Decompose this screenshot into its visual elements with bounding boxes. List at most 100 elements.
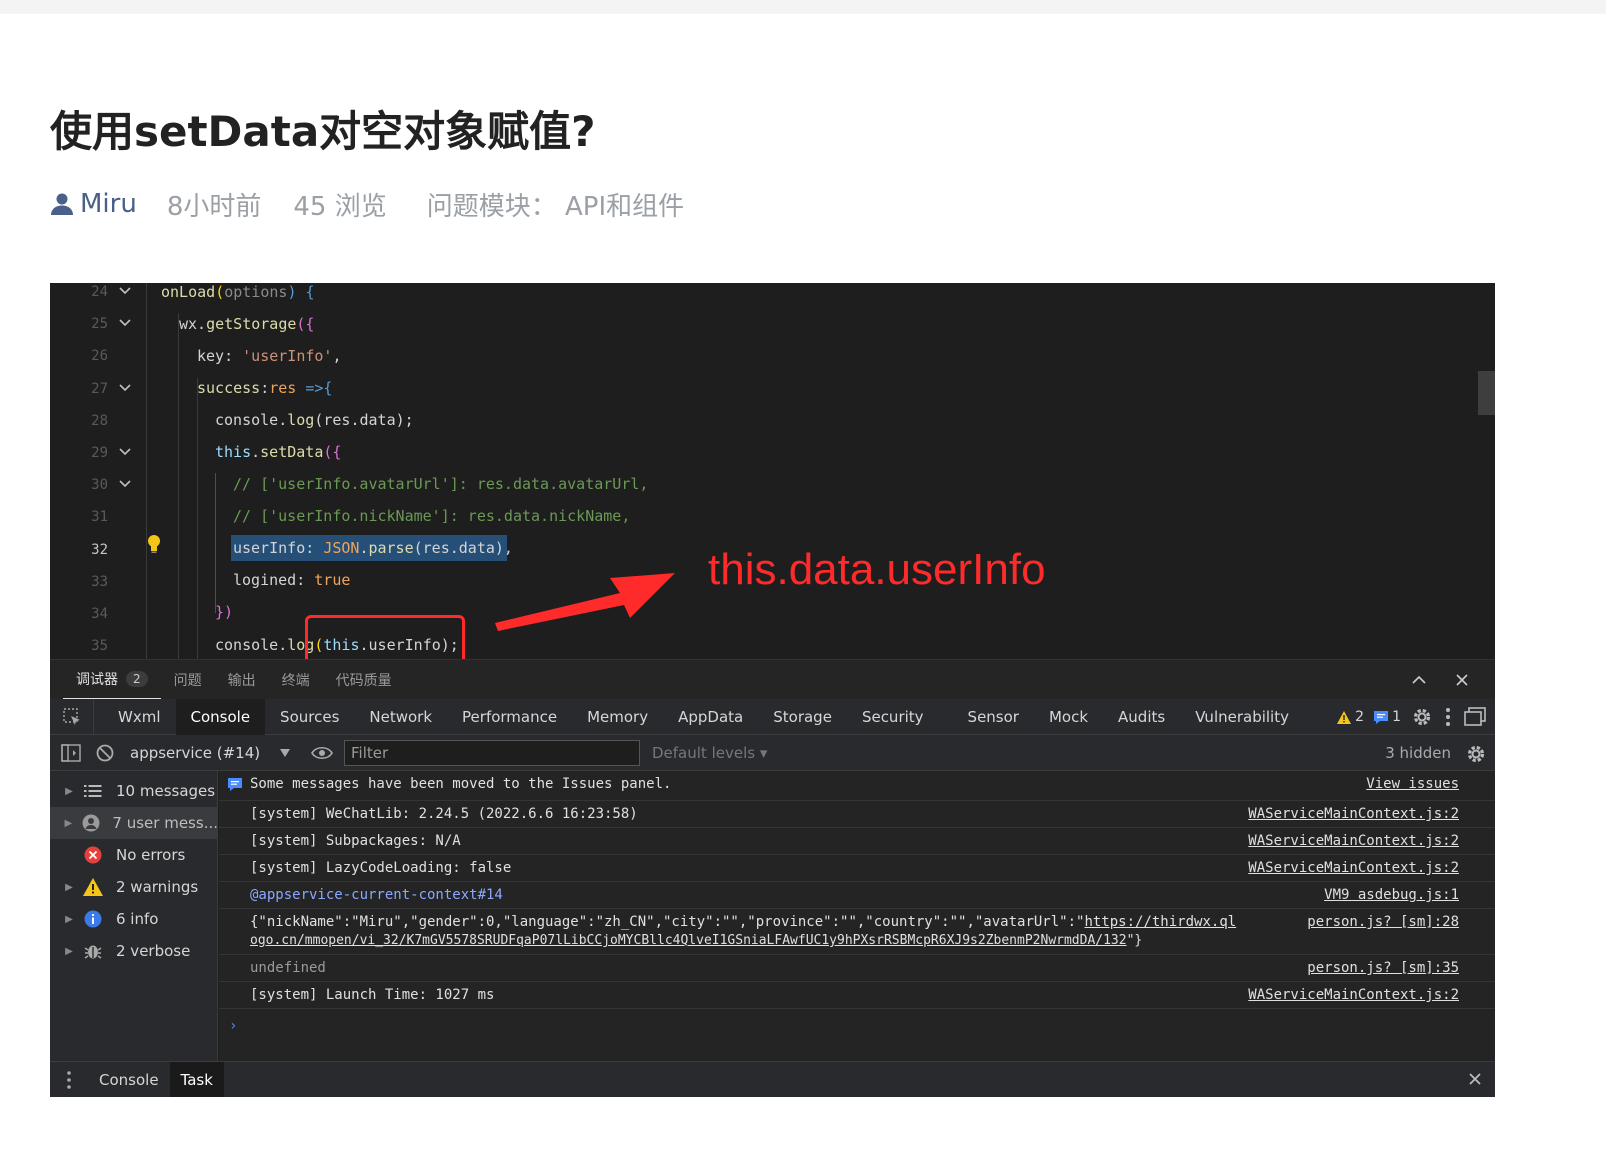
fold-chevron-icon[interactable] [118, 477, 132, 491]
block-icon [96, 744, 114, 761]
devtools-tab-vulnerability[interactable]: Vulnerability [1180, 699, 1304, 735]
dropdown-icon [280, 748, 290, 757]
gear-icon[interactable] [1411, 706, 1433, 728]
devtools-tab-audits[interactable]: Audits [1103, 699, 1180, 735]
context-selector[interactable]: appservice (#14) [122, 744, 300, 762]
console-settings-icon[interactable] [1465, 743, 1487, 765]
line-number: 25 [91, 316, 108, 333]
view-issues-link[interactable]: View issues [1366, 776, 1459, 792]
sidebar-item-warnings[interactable]: ▶ 2 warnings [50, 871, 218, 903]
inspect-button[interactable] [50, 698, 94, 735]
live-expression-button[interactable] [300, 735, 344, 771]
warning-icon [83, 878, 103, 896]
avatar-url-link-cont[interactable]: ogo.cn/mmopen/vi_32/K7mGV5578SRUDFqaP07l… [250, 933, 1127, 948]
message-source-link[interactable]: WAServiceMainContext.js:2 [1248, 987, 1459, 1003]
code-line-24: onLoad(options) { [161, 283, 315, 301]
line-number: 28 [91, 412, 108, 429]
sidebar-item-verbose[interactable]: ▶ 2 verbose [50, 935, 218, 967]
console-filter-bar: appservice (#14) Filter Default levels ▾… [50, 735, 1495, 771]
message-source-link[interactable]: person.js? [sm]:35 [1307, 960, 1459, 976]
code-editor: 24 25 26 27 28 29 30 31 32 33 34 35 onLoad(options)… [50, 283, 1495, 673]
log-levels-dropdown[interactable]: Default levels ▾ [652, 744, 767, 762]
drawer-tab-task[interactable]: Task [169, 1061, 224, 1097]
message-source-link[interactable]: VM9 asdebug.js:1 [1324, 887, 1459, 903]
tab-output[interactable]: 输出 [215, 660, 269, 700]
hidden-count: 3 hidden [1385, 743, 1451, 762]
console-message: [system] LazyCodeLoading: false WAService… [219, 855, 1495, 882]
console-prompt[interactable]: › [229, 1018, 237, 1034]
screenshot-image: 24 25 26 27 28 29 30 31 32 33 34 35 onLoad(options)… [50, 283, 1495, 1097]
annotation-text: this.data.userInfo [708, 545, 1046, 594]
sidebar-item-user-messages[interactable]: ▶ 7 user mess... [50, 807, 218, 839]
line-number: 34 [91, 606, 108, 622]
message-source-link[interactable]: person.js? [sm]:28 [1307, 914, 1459, 930]
page-top-bar [0, 0, 1606, 14]
devtools-tab-storage[interactable]: Storage [758, 699, 847, 735]
console-message: [system] Launch Time: 1027 ms WAServiceMa… [219, 982, 1495, 1009]
message-source-link[interactable]: WAServiceMainContext.js:2 [1248, 833, 1459, 849]
author-name: Miru [80, 189, 137, 219]
line-number: 35 [91, 638, 108, 655]
devtools-tab-performance[interactable]: Performance [447, 699, 572, 735]
author-link[interactable]: Miru [50, 189, 137, 219]
clear-console-button[interactable] [88, 735, 122, 771]
devtools-tab-appdata[interactable]: AppData [663, 699, 758, 735]
devtools-toolbar: Wxml Console Sources Network Performance Memo… [50, 698, 1495, 735]
console-message: undefined person.js? [sm]:35 [219, 955, 1495, 982]
sidebar-item-errors[interactable]: No errors [50, 839, 218, 871]
drawer-bar: Console Task [50, 1061, 1495, 1097]
info-count[interactable]: 1 [1374, 709, 1401, 725]
console-message: @appservice-current-context#14 VM9 asdebu… [219, 882, 1495, 909]
message-source-link[interactable]: WAServiceMainContext.js:2 [1248, 806, 1459, 822]
post-time: 8小时前 [166, 191, 262, 222]
devtools-tab-mock[interactable]: Mock [1034, 699, 1103, 735]
info-icon [84, 910, 102, 928]
code-line-28: console.log(res.data); [215, 411, 414, 429]
fold-chevron-icon[interactable] [118, 381, 132, 395]
chevron-up-icon[interactable] [1410, 671, 1428, 689]
sidebar-toggle-button[interactable] [54, 735, 88, 771]
fold-chevron-icon[interactable] [118, 445, 132, 459]
sidebar-item-messages[interactable]: ▶ 10 messages [50, 775, 218, 807]
debugger-badge: 2 [126, 670, 148, 687]
line-number: 26 [91, 348, 108, 365]
devtools-tab-wxml[interactable]: Wxml [102, 699, 176, 735]
tab-problems[interactable]: 问题 [161, 660, 215, 700]
devtools-tab-security[interactable]: Security [847, 699, 939, 735]
line-number: 32 [91, 541, 108, 558]
message-source-link[interactable]: WAServiceMainContext.js:2 [1248, 860, 1459, 876]
fold-chevron-icon[interactable] [118, 316, 132, 330]
error-icon [84, 846, 102, 864]
sidebar-toggle-icon [61, 743, 81, 762]
bug-icon [84, 945, 102, 959]
drawer-menu-button[interactable] [50, 1070, 88, 1090]
annotation-arrow [495, 573, 675, 631]
warning-icon [1337, 710, 1352, 724]
lightbulb-icon[interactable] [147, 534, 161, 554]
undock-icon[interactable] [1463, 706, 1487, 728]
sidebar-item-info[interactable]: ▶ 6 info [50, 903, 218, 935]
close-icon[interactable] [1467, 1071, 1483, 1087]
console-message: [system] Subpackages: N/A WAServiceMainCo… [219, 828, 1495, 855]
more-vertical-icon[interactable] [1443, 706, 1453, 728]
devtools-tab-network[interactable]: Network [354, 699, 447, 735]
line-number: 27 [91, 380, 108, 397]
warning-count[interactable]: 2 [1337, 709, 1364, 725]
devtools-tab-sensor[interactable]: Sensor [939, 699, 1034, 735]
question-module[interactable]: 问题模块： API和组件 [427, 186, 684, 223]
close-icon[interactable] [1453, 671, 1471, 689]
line-number: 30 [91, 477, 108, 494]
filter-input[interactable]: Filter [344, 739, 640, 766]
avatar-url-link[interactable]: https://thirdwx.ql [1084, 914, 1236, 930]
drawer-tab-console[interactable]: Console [88, 1062, 170, 1098]
code-line-33: logined: true [233, 571, 351, 589]
tab-code-quality[interactable]: 代码质量 [323, 660, 405, 700]
tab-debugger[interactable]: 调试器 2 [63, 660, 161, 700]
devtools-tab-console[interactable]: Console [175, 698, 266, 735]
devtools-tab-sources[interactable]: Sources [265, 699, 354, 735]
fold-chevron-icon[interactable] [118, 284, 132, 298]
editor-scrollbar[interactable] [1478, 371, 1495, 415]
devtools-tab-memory[interactable]: Memory [572, 699, 663, 735]
console-message: [system] WeChatLib: 2.24.5 (2022.6.6 16:… [219, 801, 1495, 828]
tab-terminal[interactable]: 终端 [269, 660, 323, 700]
